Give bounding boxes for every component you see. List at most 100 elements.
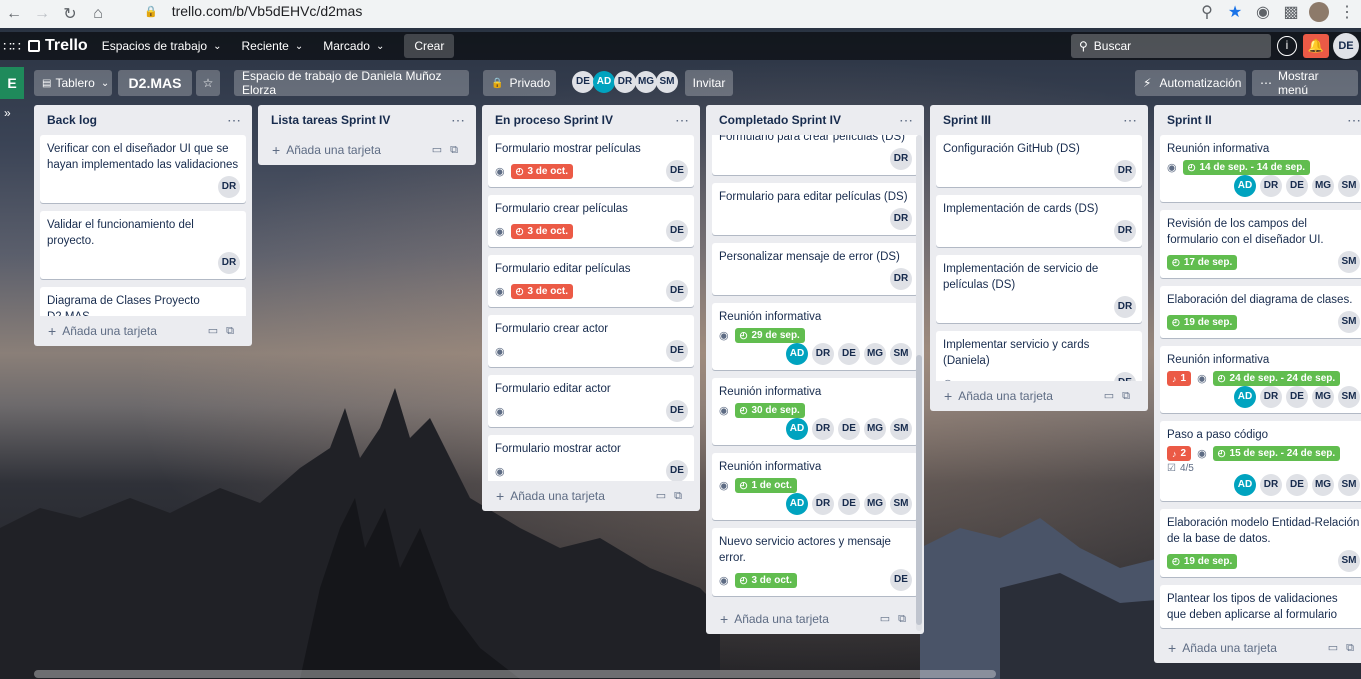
- trello-logo[interactable]: Trello: [28, 37, 88, 55]
- member-avatar[interactable]: SM: [1338, 550, 1360, 572]
- card[interactable]: Verificar con el diseñador UI que se hay…: [40, 135, 246, 203]
- back-icon[interactable]: ←: [0, 2, 28, 26]
- list-menu-icon[interactable]: ⋯: [227, 112, 242, 129]
- member-avatar[interactable]: DE: [666, 160, 688, 182]
- sidebar-expand-icon[interactable]: »: [4, 106, 11, 120]
- member-avatar[interactable]: AD: [786, 343, 808, 365]
- member-avatar[interactable]: SM: [1338, 474, 1360, 496]
- card[interactable]: Formulario mostrar actor ◉ DE: [488, 435, 694, 481]
- member-avatar[interactable]: DE: [1114, 372, 1136, 381]
- apps-grid-icon[interactable]: ∷∷: [0, 38, 24, 55]
- member-avatar[interactable]: DE: [666, 460, 688, 481]
- member-avatar[interactable]: MG: [1312, 386, 1334, 408]
- member-avatar[interactable]: AD: [593, 71, 615, 93]
- list-header[interactable]: Back log ⋯: [34, 105, 252, 135]
- invite-button[interactable]: Invitar: [685, 70, 733, 96]
- card[interactable]: Reunión informativa ♪ 1 ◉ ◴ 24 de sep. - 24 d…: [1160, 346, 1361, 413]
- card[interactable]: Implementar servicio y cards (Daniela) ◉ D…: [936, 331, 1142, 381]
- card[interactable]: Configuración GitHub (DS) DR: [936, 135, 1142, 187]
- zoom-icon[interactable]: ⚲: [1193, 0, 1221, 24]
- member-avatar[interactable]: DR: [1114, 220, 1136, 242]
- card-template-icon[interactable]: ▭⧉: [432, 143, 466, 157]
- card[interactable]: Elaboración del diagrama de clases. ◴ 19 d…: [1160, 286, 1361, 338]
- member-avatar[interactable]: DE: [666, 340, 688, 362]
- member-avatar[interactable]: DE: [1286, 175, 1308, 197]
- workspace-button[interactable]: Espacio de trabajo de Daniela Muñoz Elor…: [234, 69, 469, 97]
- due-date-badge[interactable]: ◴ 24 de sep. - 24 de sep.: [1212, 371, 1341, 386]
- member-avatar[interactable]: MG: [864, 343, 886, 365]
- menu-starred[interactable]: Marcado ⌄: [323, 39, 384, 53]
- list-title[interactable]: Sprint III: [943, 113, 991, 127]
- member-avatar[interactable]: DE: [890, 569, 912, 591]
- add-card-button[interactable]: + Añada una tarjeta ▭⧉: [34, 316, 252, 346]
- card[interactable]: Formulario editar actor ◉ DE: [488, 375, 694, 427]
- list-menu-icon[interactable]: ⋯: [1123, 112, 1138, 129]
- due-date-badge[interactable]: ◴ 30 de sep.: [734, 403, 805, 418]
- list-scrollbar[interactable]: [916, 135, 922, 631]
- member-avatar[interactable]: SM: [1338, 386, 1360, 408]
- card[interactable]: Formulario crear actor ◉ DE: [488, 315, 694, 367]
- card[interactable]: Reunión informativa ◉ ◴ 29 de sep. AD DR DE MG S…: [712, 303, 918, 370]
- card[interactable]: Implementación de cards (DS) DR: [936, 195, 1142, 247]
- automation-button[interactable]: ⚡︎ Automatización: [1135, 70, 1246, 96]
- member-avatar[interactable]: SM: [1338, 251, 1360, 273]
- due-date-badge[interactable]: ◴ 3 de oct.: [510, 223, 574, 239]
- show-menu-button[interactable]: ⋯ Mostrar menú: [1252, 69, 1358, 97]
- add-card-button[interactable]: + Añada una tarjeta ▭⧉: [930, 381, 1148, 411]
- list-header[interactable]: Sprint III ⋯: [930, 105, 1148, 135]
- list-header[interactable]: Lista tareas Sprint IV ⋯: [258, 105, 476, 135]
- member-avatar[interactable]: AD: [1234, 386, 1256, 408]
- list-title[interactable]: Lista tareas Sprint IV: [271, 113, 390, 127]
- list-menu-icon[interactable]: ⋯: [451, 112, 466, 129]
- member-avatar[interactable]: DE: [666, 280, 688, 302]
- card[interactable]: Elaboración modelo Entidad-Relación de l…: [1160, 509, 1361, 577]
- member-avatar[interactable]: SM: [890, 493, 912, 515]
- extensions-puzzle-icon[interactable]: ▩: [1277, 0, 1305, 24]
- due-date-badge[interactable]: ◴ 17 de sep.: [1167, 254, 1238, 270]
- card-template-icon[interactable]: ▭⧉: [1104, 389, 1138, 403]
- due-date-badge[interactable]: ◴ 29 de sep.: [734, 328, 805, 343]
- member-avatar[interactable]: MG: [1312, 474, 1334, 496]
- member-avatar[interactable]: DR: [890, 208, 912, 230]
- card-template-icon[interactable]: ▭⧉: [656, 489, 690, 503]
- card[interactable]: Formulario mostrar películas ◉ ◴ 3 de oct. D…: [488, 135, 694, 187]
- bookmark-star-icon[interactable]: ★: [1221, 0, 1249, 24]
- member-avatar[interactable]: DR: [1114, 160, 1136, 182]
- profile-icon[interactable]: [1305, 0, 1333, 24]
- card[interactable]: Nuevo servicio actores y mensaje error. ◉…: [712, 528, 918, 596]
- member-avatar[interactable]: DR: [1114, 296, 1136, 318]
- card[interactable]: Formulario crear películas ◉ ◴ 3 de oct. DE: [488, 195, 694, 247]
- card[interactable]: Reunión informativa ◉ ◴ 14 de sep. - 14 de …: [1160, 135, 1361, 202]
- create-button[interactable]: Crear: [404, 34, 455, 58]
- card[interactable]: Paso a paso código ♪ 2 ◉ ◴ 15 de sep. - 24 de…: [1160, 421, 1361, 501]
- star-board-icon[interactable]: ☆: [196, 70, 220, 96]
- due-date-badge[interactable]: ◴ 14 de sep. - 14 de sep.: [1182, 160, 1311, 175]
- member-avatar[interactable]: SM: [890, 418, 912, 440]
- add-card-button[interactable]: + Añada una tarjeta ▭⧉: [482, 481, 700, 511]
- member-avatar[interactable]: AD: [1234, 175, 1256, 197]
- board-name[interactable]: D2.MAS: [118, 70, 192, 96]
- member-avatar[interactable]: MG: [864, 493, 886, 515]
- list-header[interactable]: En proceso Sprint IV ⋯: [482, 105, 700, 135]
- card-template-icon[interactable]: ▭⧉: [880, 612, 914, 626]
- member-avatar[interactable]: AD: [786, 418, 808, 440]
- menu-recent[interactable]: Reciente ⌄: [241, 39, 303, 53]
- card[interactable]: Formulario editar películas ◉ ◴ 3 de oct. DE: [488, 255, 694, 307]
- card-template-icon[interactable]: ▭⧉: [208, 324, 242, 338]
- add-card-button[interactable]: + Añada una tarjeta ▭⧉: [706, 604, 924, 634]
- member-avatar[interactable]: DE: [666, 400, 688, 422]
- member-avatar[interactable]: MG: [1312, 175, 1334, 197]
- menu-workspaces[interactable]: Espacios de trabajo ⌄: [102, 39, 222, 53]
- info-icon[interactable]: i: [1277, 36, 1297, 56]
- member-avatar[interactable]: DE: [666, 220, 688, 242]
- list-header[interactable]: Sprint II ⋯: [1154, 105, 1361, 135]
- member-avatar[interactable]: DR: [1260, 386, 1282, 408]
- reload-icon[interactable]: ↻: [56, 2, 84, 26]
- search-input[interactable]: ⚲ Buscar: [1071, 34, 1271, 58]
- member-avatar[interactable]: AD: [786, 493, 808, 515]
- member-avatar[interactable]: SM: [656, 71, 678, 93]
- member-avatar[interactable]: DE: [1333, 33, 1359, 59]
- card[interactable]: Formulario para editar películas (DS) DR: [712, 183, 918, 235]
- member-avatar[interactable]: DE: [838, 343, 860, 365]
- member-avatar[interactable]: DR: [614, 71, 636, 93]
